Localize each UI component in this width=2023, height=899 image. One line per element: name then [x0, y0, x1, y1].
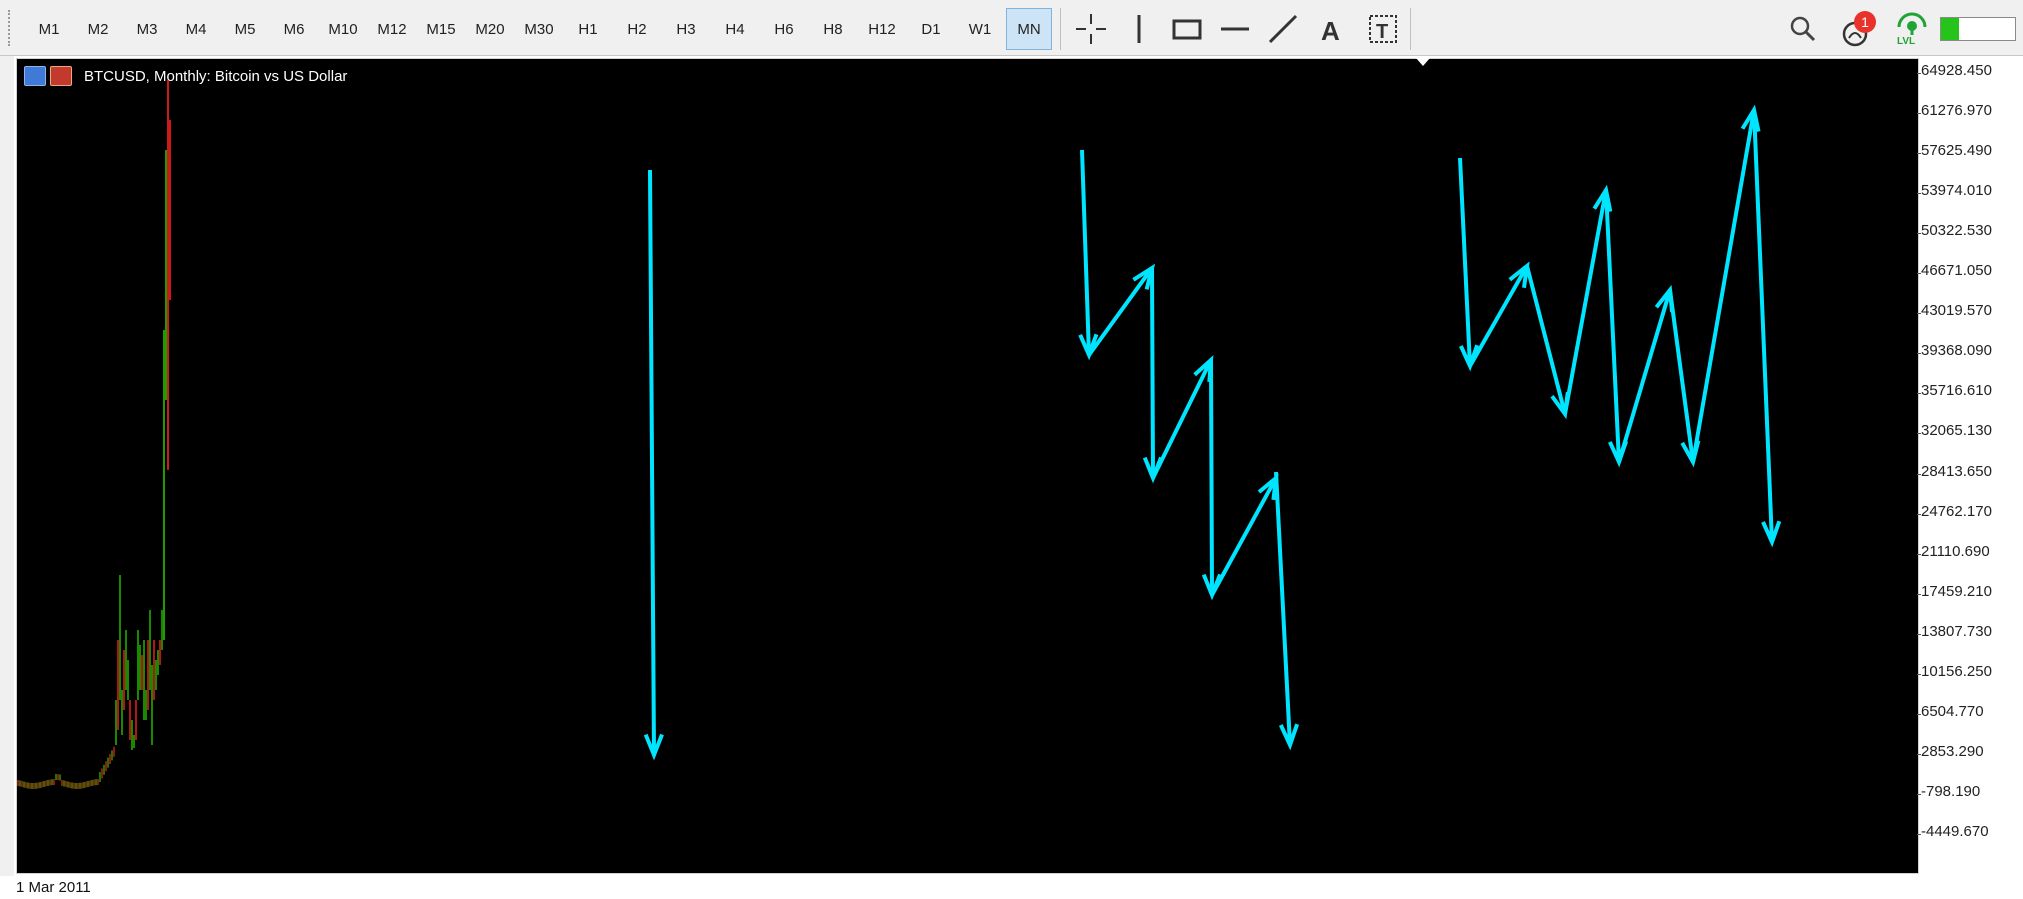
arrow-line — [1210, 477, 1278, 596]
chart-shift-marker — [1416, 58, 1430, 66]
price-candles — [17, 80, 171, 789]
chart-drawing — [17, 58, 1782, 789]
arrow-line — [1087, 266, 1154, 357]
arrow-line — [1458, 157, 1472, 367]
arrow-line — [1468, 265, 1529, 367]
arrow-line — [1617, 289, 1672, 463]
arrow-line — [1563, 189, 1608, 415]
arrow-line — [1151, 359, 1213, 479]
arrow-line — [1150, 267, 1155, 479]
arrow-line — [1209, 359, 1214, 596]
arrow-line — [1752, 109, 1774, 543]
arrow-line — [1274, 471, 1292, 746]
arrow-line — [648, 169, 656, 756]
arrow-line — [1525, 265, 1567, 415]
drawn-arrows — [643, 104, 1782, 761]
arrow-line — [1080, 149, 1091, 356]
arrow-line — [1604, 189, 1621, 463]
arrow-line — [1668, 289, 1695, 463]
arrow-line — [1691, 109, 1756, 463]
